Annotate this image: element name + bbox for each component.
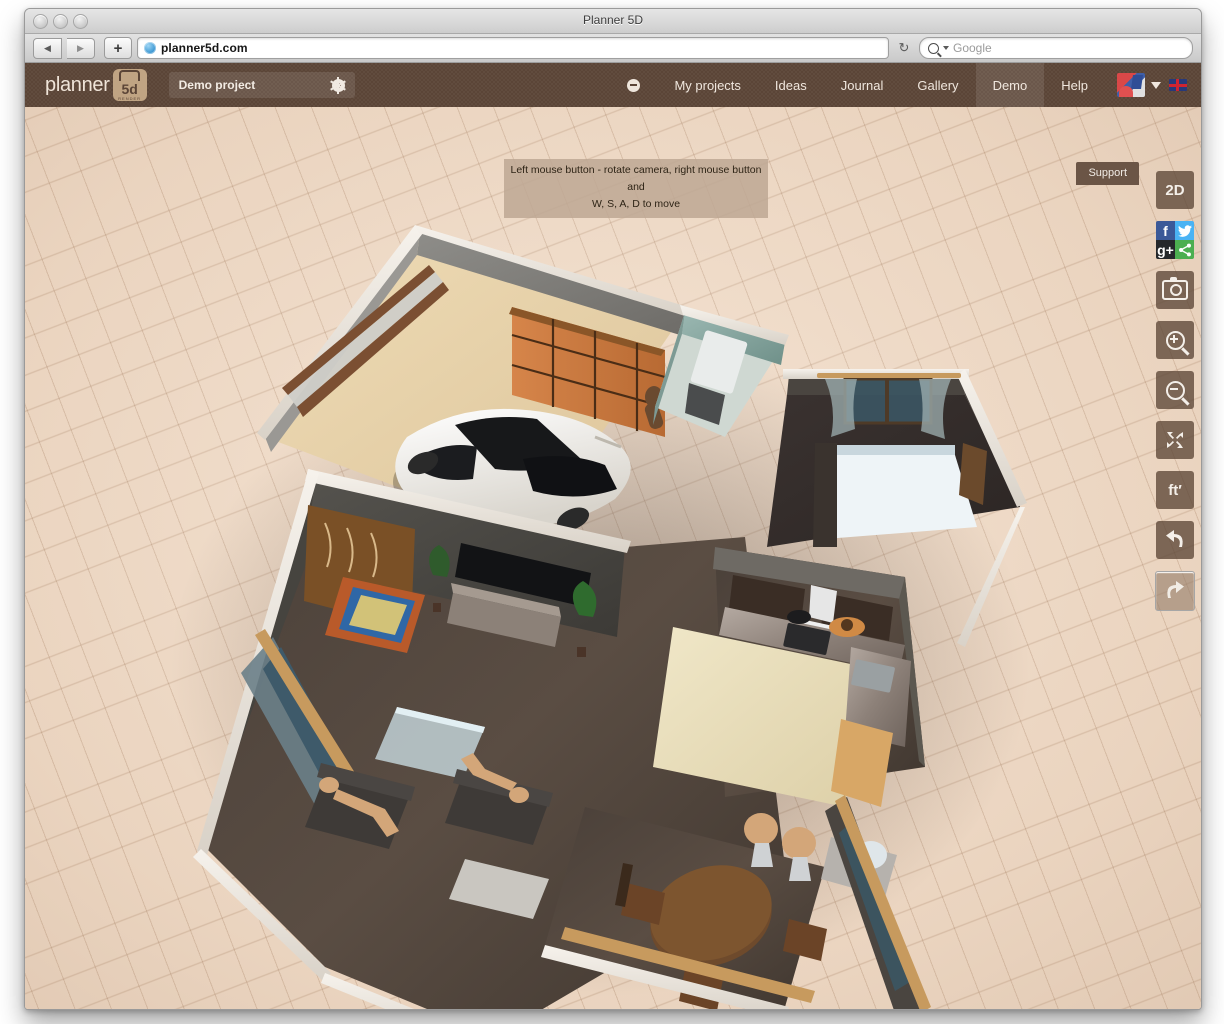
fullscreen-button[interactable] xyxy=(1156,421,1194,459)
account-menu[interactable] xyxy=(1105,63,1169,107)
planner5d-logo[interactable]: planner 5d RENDER xyxy=(45,69,147,101)
app-header: planner 5d RENDER Demo project My projec… xyxy=(25,63,1201,107)
undo-button[interactable] xyxy=(1156,521,1194,559)
room-bedroom xyxy=(767,369,1027,547)
window-title-bar: Planner 5D xyxy=(25,9,1201,34)
redo-button[interactable] xyxy=(1155,571,1195,611)
share-nodes-glyph xyxy=(1178,243,1192,257)
twitter-share-icon[interactable] xyxy=(1175,221,1194,240)
browser-toolbar: ◀ ▶ + planner5d.com ↻ Google xyxy=(25,34,1201,63)
uk-flag-icon[interactable] xyxy=(1169,79,1187,91)
tooltip-line-2: W, S, A, D to move xyxy=(504,196,768,213)
new-tab-button[interactable]: + xyxy=(104,37,132,59)
search-icon xyxy=(928,43,939,54)
house-roof-icon xyxy=(119,70,140,81)
planner5d-app: planner 5d RENDER Demo project My projec… xyxy=(25,63,1201,1010)
minus-circle-icon xyxy=(627,79,640,92)
3d-viewport[interactable] xyxy=(25,107,1201,1010)
avatar[interactable] xyxy=(1117,73,1145,97)
search-dropdown-caret-icon[interactable] xyxy=(943,46,949,50)
zoom-in-icon xyxy=(1166,331,1185,350)
nav-my-projects[interactable]: My projects xyxy=(657,63,757,107)
logo-badge-sub: RENDER xyxy=(118,97,141,101)
address-bar[interactable]: planner5d.com xyxy=(137,37,889,59)
nav-demo[interactable]: Demo xyxy=(976,63,1045,107)
twitter-bird-glyph xyxy=(1178,225,1192,237)
undo-arrow-icon xyxy=(1163,529,1187,551)
nav-ideas[interactable]: Ideas xyxy=(758,63,824,107)
logo-badge-text: 5d xyxy=(121,82,137,96)
forward-button[interactable]: ▶ xyxy=(67,38,95,59)
back-button[interactable]: ◀ xyxy=(33,38,62,59)
site-globe-icon xyxy=(144,42,156,54)
zoom-out-icon xyxy=(1166,381,1185,400)
search-placeholder: Google xyxy=(953,41,992,55)
tooltip-line-1: Left mouse button - rotate camera, right… xyxy=(504,162,768,196)
house-model[interactable] xyxy=(25,107,1201,1010)
nav-help[interactable]: Help xyxy=(1044,63,1105,107)
zoom-out-button[interactable] xyxy=(1156,371,1194,409)
main-nav: My projects Ideas Journal Gallery Demo H… xyxy=(610,63,1201,107)
window-title: Planner 5D xyxy=(25,13,1201,27)
units-button[interactable]: ft′ xyxy=(1156,471,1194,509)
screenshot-button[interactable] xyxy=(1156,271,1194,309)
share-icon[interactable] xyxy=(1175,240,1194,259)
right-toolbar: 2D f g+ xyxy=(1155,171,1195,611)
support-tab[interactable]: Support xyxy=(1076,162,1139,185)
search-input[interactable]: Google xyxy=(919,37,1193,59)
chevron-down-icon[interactable] xyxy=(1151,82,1161,89)
redo-arrow-icon xyxy=(1163,580,1187,602)
nav-gallery[interactable]: Gallery xyxy=(900,63,975,107)
gear-icon[interactable] xyxy=(332,79,345,92)
googleplus-share-icon[interactable]: g+ xyxy=(1156,240,1175,259)
browser-window: Planner 5D ◀ ▶ + planner5d.com ↻ Google xyxy=(24,8,1202,1010)
project-selector[interactable]: Demo project xyxy=(169,72,355,98)
project-name: Demo project xyxy=(179,78,256,92)
camera-hint-tooltip: Left mouse button - rotate camera, right… xyxy=(504,159,768,218)
facebook-share-icon[interactable]: f xyxy=(1156,221,1175,240)
menu-dot-button[interactable] xyxy=(610,63,657,107)
social-share-group: f g+ xyxy=(1156,221,1194,259)
camera-icon xyxy=(1162,280,1188,300)
address-bar-url: planner5d.com xyxy=(161,41,248,55)
reload-icon[interactable]: ↻ xyxy=(894,40,914,56)
zoom-in-button[interactable] xyxy=(1156,321,1194,359)
toggle-2d-button[interactable]: 2D xyxy=(1156,171,1194,209)
logo-badge: 5d RENDER xyxy=(113,69,147,101)
logo-text: planner xyxy=(45,74,110,97)
nav-journal[interactable]: Journal xyxy=(824,63,901,107)
expand-arrows-icon xyxy=(1164,429,1186,451)
